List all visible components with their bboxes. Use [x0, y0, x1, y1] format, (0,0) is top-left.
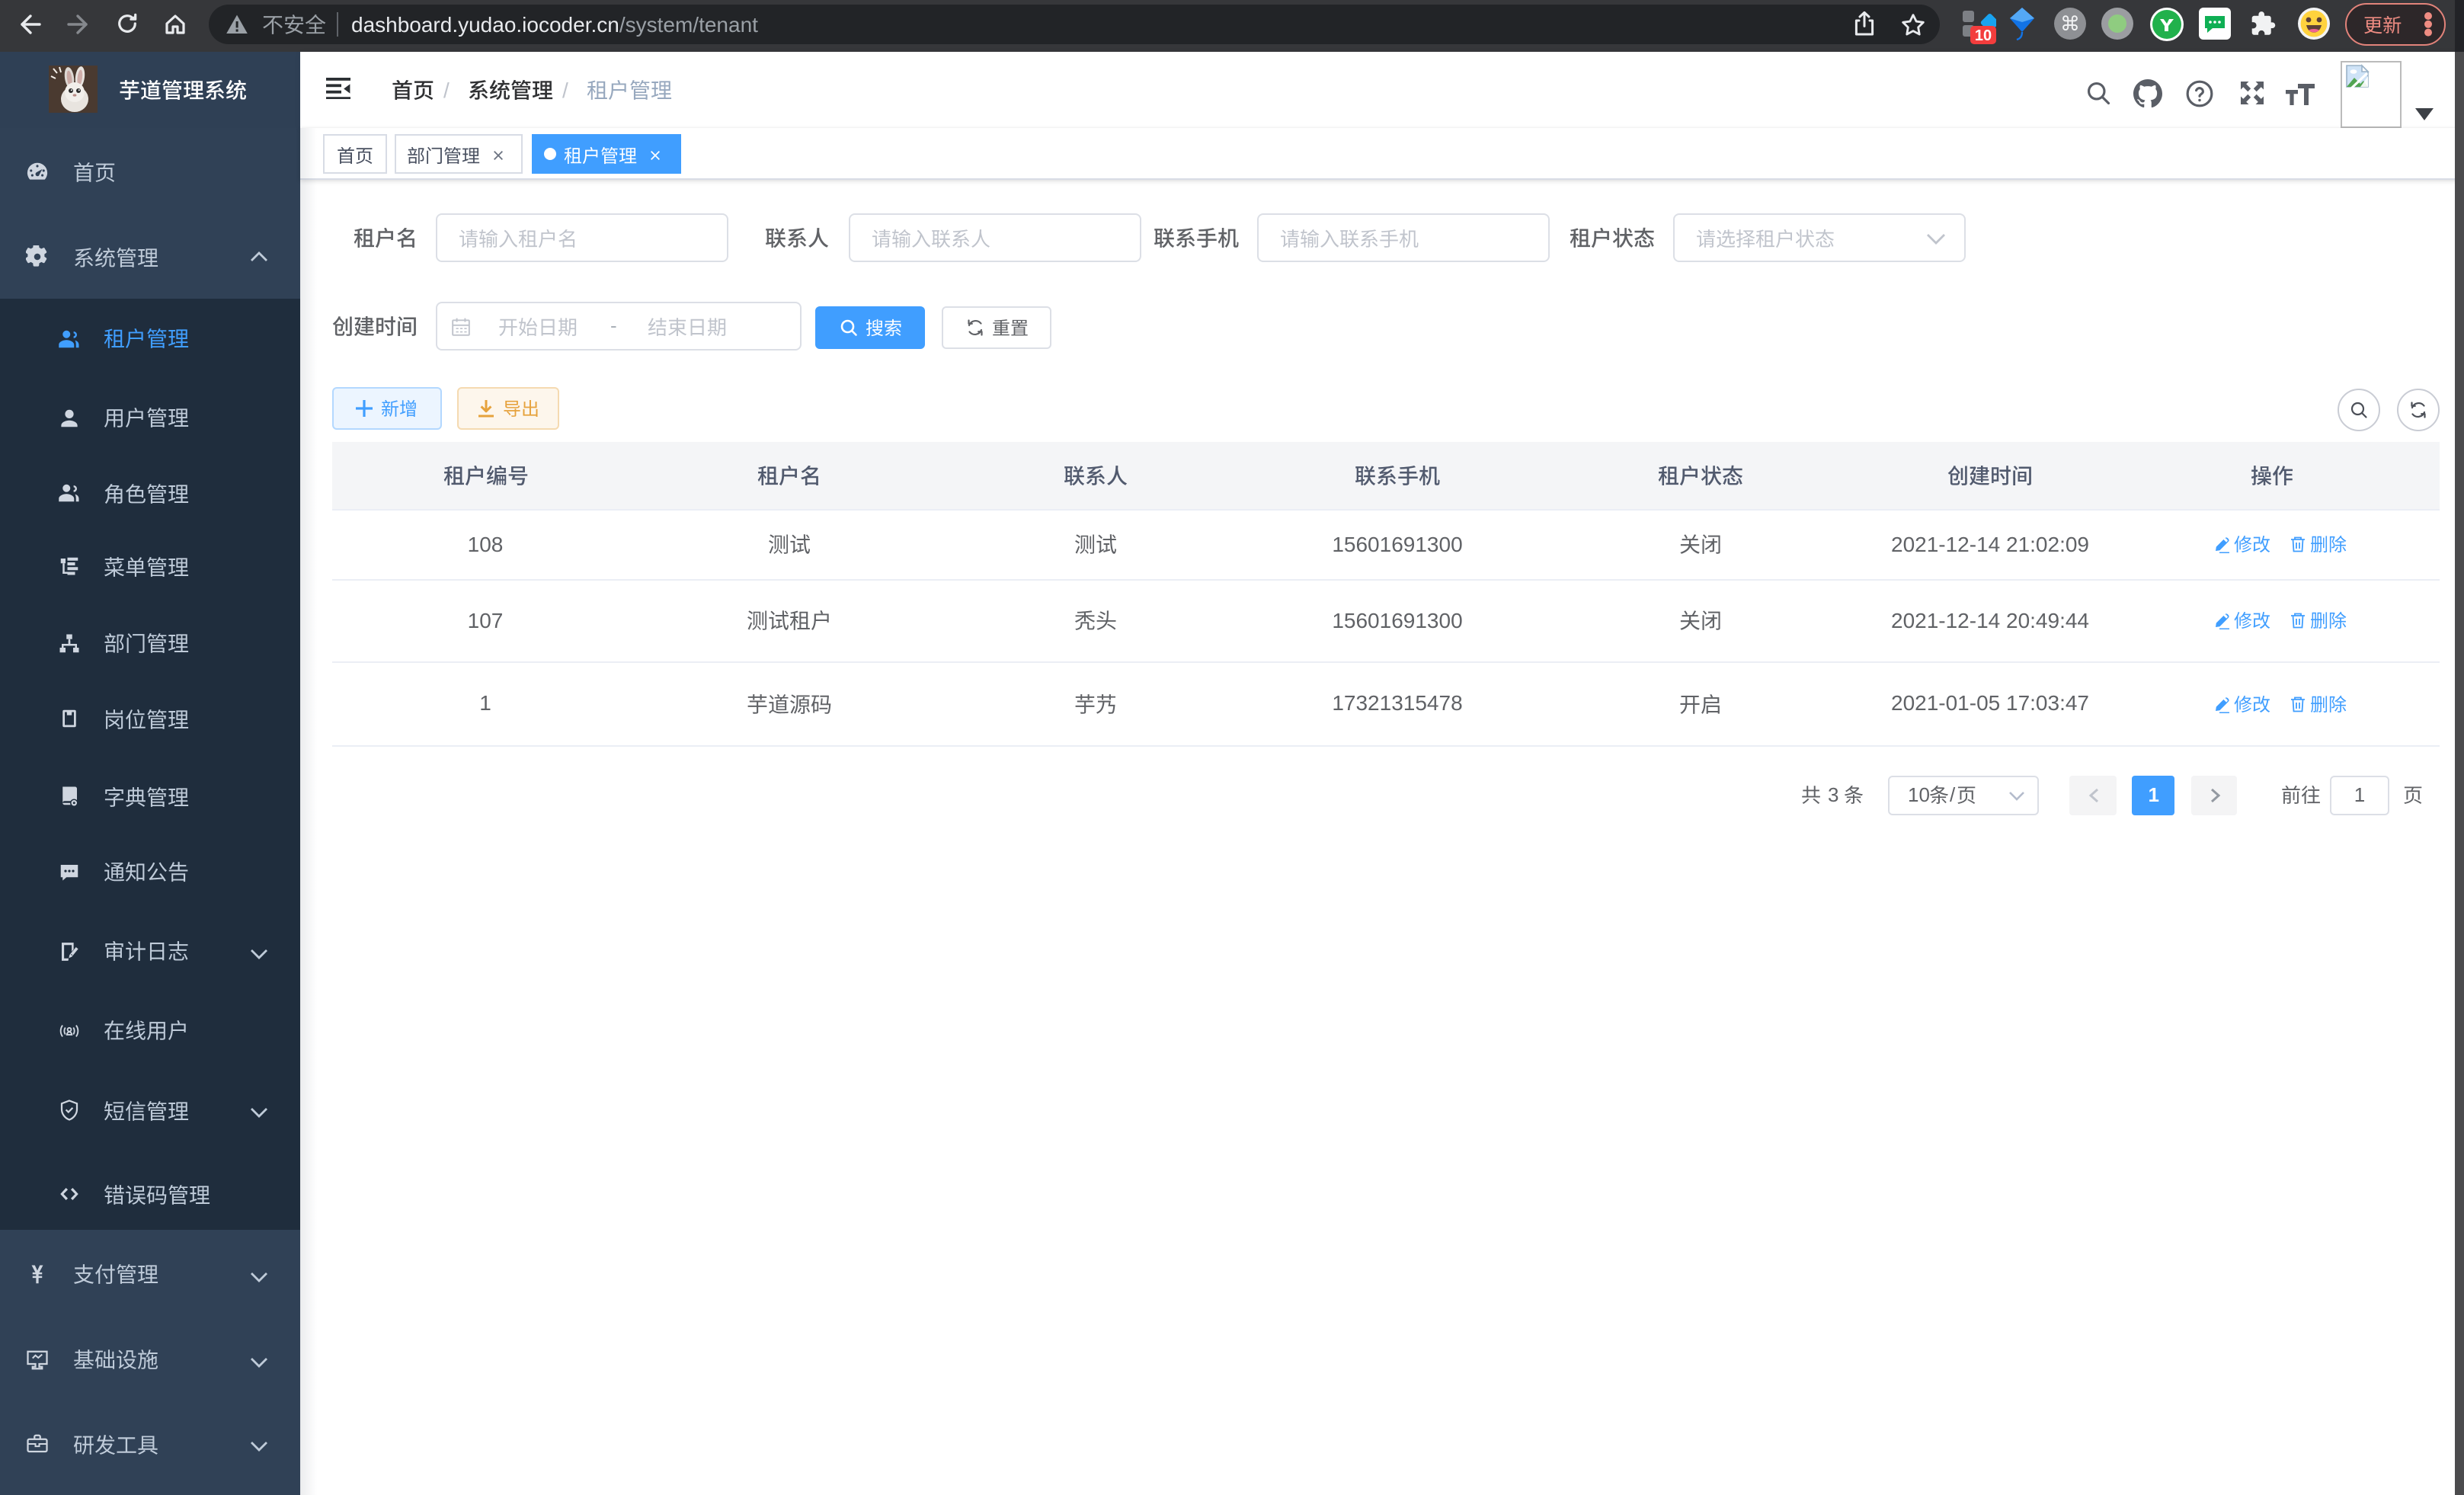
svg-text:10: 10 [1975, 27, 1992, 44]
svg-text:⌘: ⌘ [2060, 12, 2080, 35]
